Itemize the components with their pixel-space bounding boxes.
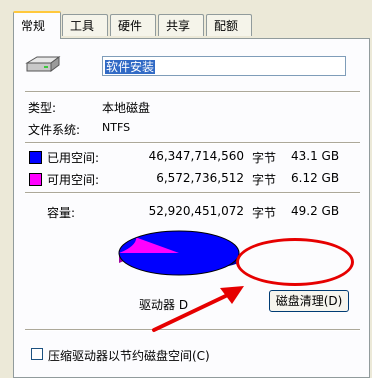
hard-drive-icon [25,56,61,72]
used-space-size: 43.1 GB [291,149,340,163]
capacity-bytes: 52,920,451,072 [148,204,244,218]
tab-quota[interactable]: 配额 [206,14,252,36]
compress-drive-checkbox[interactable] [31,348,43,360]
capacity-unit: 字节 [252,206,277,220]
tab-tools[interactable]: 工具 [62,14,108,36]
free-space-label: 可用空间: [47,173,100,187]
capacity-size: 49.2 GB [291,204,340,218]
divider [25,91,360,93]
used-space-unit: 字节 [252,151,277,165]
annotation-arrow-icon [152,286,244,332]
tab-general[interactable]: 常规 [13,11,61,39]
free-space-unit: 字节 [252,173,277,187]
divider [25,142,360,144]
compress-drive-label: 压缩驱动器以节约磁盘空间(C) [48,349,210,363]
used-space-label: 已用空间: [47,151,100,165]
disk-cleanup-button[interactable]: 磁盘清理(D) [269,290,349,312]
free-space-swatch [29,173,42,186]
capacity-label: 容量: [47,206,76,220]
tab-hardware[interactable]: 硬件 [110,14,156,36]
filesystem-value: NTFS [102,121,131,134]
tab-sharing[interactable]: 共享 [158,14,204,36]
type-label: 类型: [28,101,57,115]
drive-name-input[interactable]: 软件安装 [102,56,346,76]
free-space-bytes: 6,572,736,512 [156,171,244,185]
tab-bar: 常规 工具 硬件 共享 配额 [0,0,372,40]
type-value: 本地磁盘 [102,101,151,115]
used-space-swatch [29,151,42,164]
highlight-ellipse [236,238,354,286]
used-space-bytes: 46,347,714,560 [148,149,244,163]
divider [25,192,360,194]
filesystem-label: 文件系统: [28,123,81,137]
drive-name-text: 软件安装 [105,60,156,74]
free-space-size: 6.12 GB [291,171,340,185]
